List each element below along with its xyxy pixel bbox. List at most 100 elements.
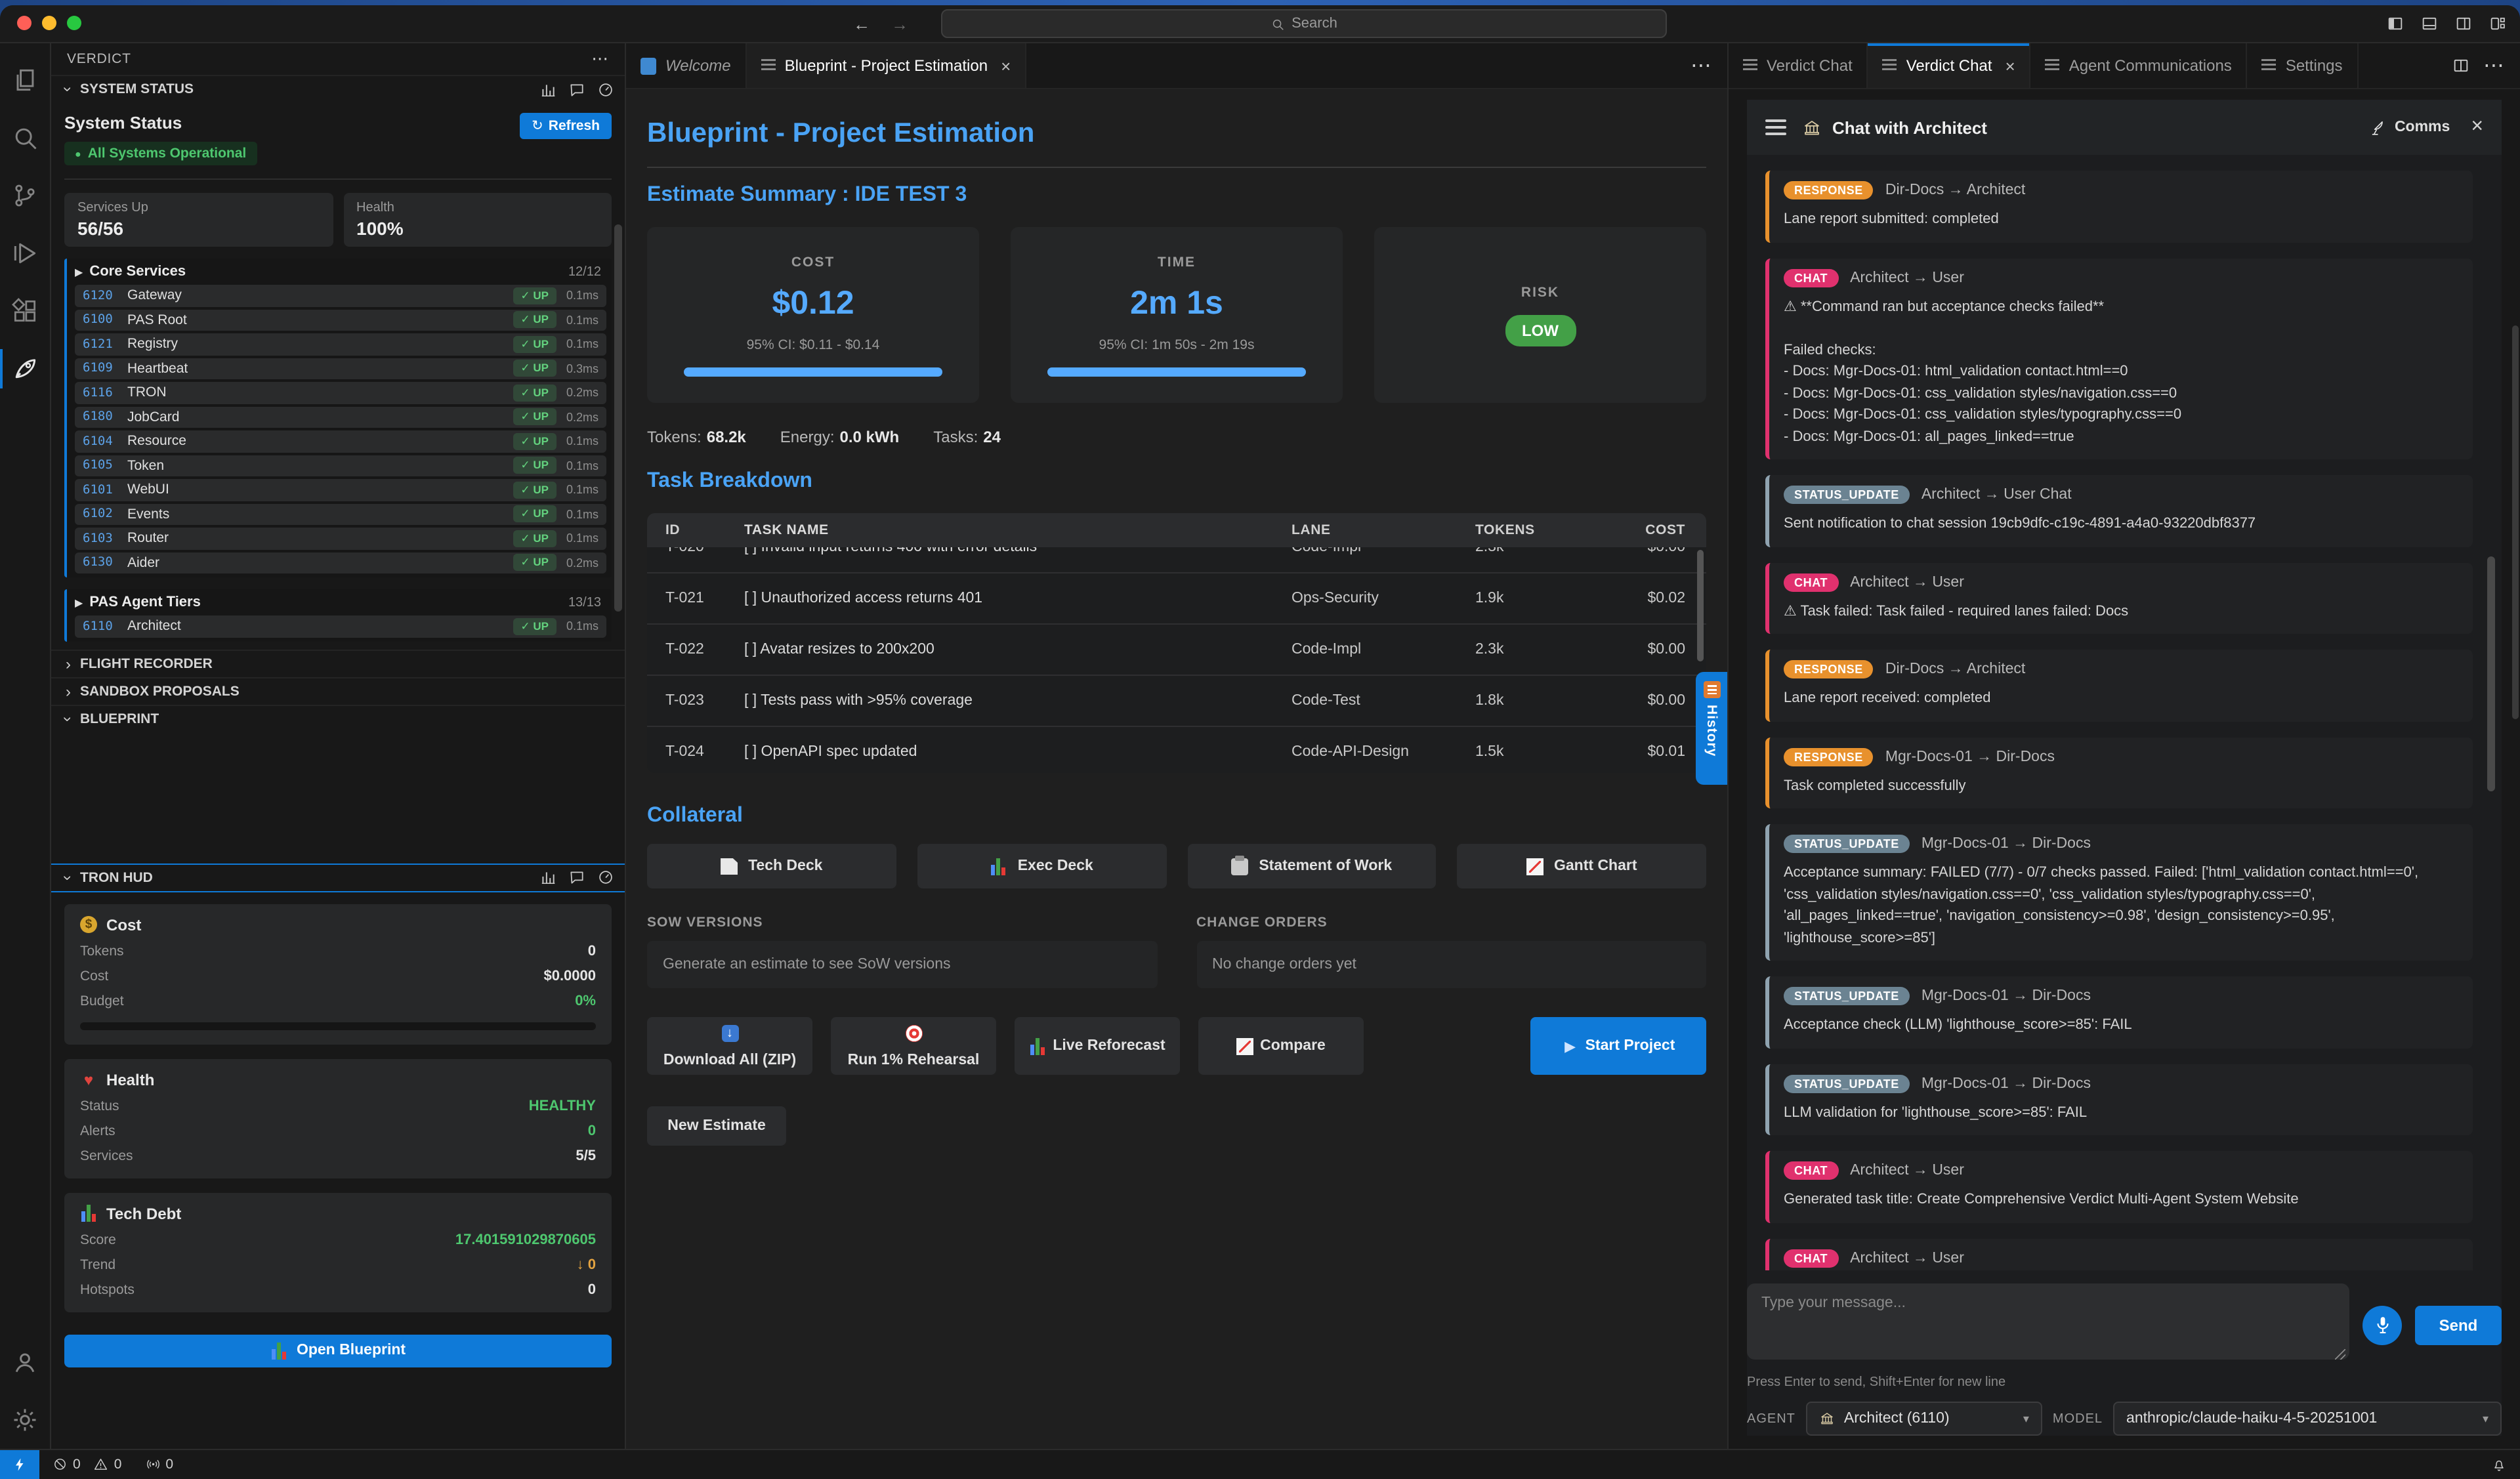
group-header-pas-agent-tiers[interactable]: ▶ PAS Agent Tiers 13/13 xyxy=(75,592,606,613)
back-arrow-icon[interactable]: ← xyxy=(853,14,870,33)
service-row[interactable]: 6130 Aider UP 0.2ms xyxy=(75,552,606,573)
action-button[interactable]: Start Project xyxy=(1530,1017,1706,1075)
send-button[interactable]: Send xyxy=(2415,1305,2502,1344)
action-button[interactable]: Run 1% Rehearsal xyxy=(831,1017,996,1075)
service-row[interactable]: 6109 Heartbeat UP 0.3ms xyxy=(75,358,606,379)
chat-message: RESPONSE Dir-Docs → Architect Lane repor… xyxy=(1765,171,2473,242)
close-window-button[interactable] xyxy=(17,16,32,30)
section-flight-recorder[interactable]: › FLIGHT RECORDER xyxy=(51,649,625,677)
collateral-button[interactable]: Exec Deck xyxy=(917,844,1167,888)
tab-agent-communications[interactable]: Agent Communications xyxy=(2031,43,2248,88)
table-row[interactable]: T-022 [ ] Avatar resizes to 200x200 Code… xyxy=(647,623,1706,675)
accounts-icon[interactable] xyxy=(0,1333,50,1391)
comment-icon[interactable] xyxy=(568,81,585,98)
model-select[interactable]: anthropic/claude-haiku-4-5-20251001 ▾ xyxy=(2113,1402,2502,1436)
service-row[interactable]: 6100 PAS Root UP 0.1ms xyxy=(75,309,606,331)
customize-layout-icon[interactable] xyxy=(2488,14,2507,33)
tab-settings[interactable]: Settings xyxy=(2248,43,2359,88)
chat-messages[interactable]: RESPONSE Dir-Docs → Architect Lane repor… xyxy=(1747,155,2502,1270)
section-blueprint[interactable]: › BLUEPRINT xyxy=(51,704,625,732)
service-row[interactable]: 6180 JobCard UP 0.2ms xyxy=(75,406,606,428)
more-actions-icon[interactable]: ⋯ xyxy=(2483,52,2504,79)
agent-select[interactable]: Architect (6110) ▾ xyxy=(1806,1402,2042,1436)
service-row[interactable]: 6102 Events UP 0.1ms xyxy=(75,503,606,525)
command-search-box[interactable]: Search xyxy=(941,9,1667,38)
toggle-sidebar-icon[interactable] xyxy=(2386,14,2404,33)
group-header-core-services[interactable]: ▶ Core Services 12/12 xyxy=(75,261,606,282)
service-row[interactable]: 6121 Registry UP 0.1ms xyxy=(75,333,606,355)
table-row[interactable]: T-023 [ ] Tests pass with >95% coverage … xyxy=(647,675,1706,726)
table-scrollbar[interactable] xyxy=(1697,550,1704,661)
task-id: T-022 xyxy=(647,642,744,657)
more-actions-icon[interactable]: ⋯ xyxy=(1690,52,1712,79)
application-window: ← → Search VERDICT xyxy=(0,0,2520,1479)
message-input[interactable] xyxy=(1747,1283,2349,1360)
section-sandbox-proposals[interactable]: › SANDBOX PROPOSALS xyxy=(51,677,625,704)
panel-scrollbar[interactable] xyxy=(2512,325,2519,719)
action-button[interactable]: Compare xyxy=(1198,1017,1364,1075)
toggle-secondary-sidebar-icon[interactable] xyxy=(2454,14,2473,33)
bar-chart-icon[interactable] xyxy=(539,81,556,98)
section-system-status[interactable]: › SYSTEM STATUS xyxy=(51,75,625,102)
run-debug-icon[interactable] xyxy=(0,224,50,282)
menu-icon[interactable] xyxy=(1765,119,1786,135)
open-blueprint-button[interactable]: Open Blueprint xyxy=(64,1334,612,1367)
collateral-button[interactable]: Gantt Chart xyxy=(1458,844,1707,888)
task-table-body[interactable]: T-020 [ ] Invalid input returns 400 with… xyxy=(647,547,1706,773)
service-row[interactable]: 6103 Router UP 0.1ms xyxy=(75,528,606,549)
zoom-window-button[interactable] xyxy=(67,16,81,30)
table-row[interactable]: T-024 [ ] OpenAPI spec updated Code-API-… xyxy=(647,726,1706,773)
bar-chart-icon[interactable] xyxy=(539,869,556,886)
problems-errors[interactable]: 0 xyxy=(52,1457,81,1472)
close-tab-icon[interactable]: × xyxy=(1001,56,1011,75)
collateral-button[interactable]: Statement of Work xyxy=(1187,844,1437,888)
tab-blueprint-project-estimation[interactable]: Blueprint - Project Estimation × xyxy=(747,43,1027,88)
ports-indicator[interactable]: 0 xyxy=(145,1457,173,1472)
service-row[interactable]: 6104 Resource UP 0.1ms xyxy=(75,430,606,452)
card-title: Tech Debt xyxy=(106,1204,181,1222)
gauge-icon[interactable] xyxy=(597,81,614,98)
history-tab[interactable]: History xyxy=(1696,672,1727,785)
tab-verdict-chat-2[interactable]: Verdict Chat × xyxy=(1868,43,2031,88)
refresh-button[interactable]: Refresh xyxy=(520,113,612,139)
search-sidebar-icon[interactable] xyxy=(0,109,50,167)
service-group-agents: ▶ PAS Agent Tiers 13/13 6110 Architect U… xyxy=(64,589,612,641)
gauge-icon[interactable] xyxy=(597,869,614,886)
settings-gear-icon[interactable] xyxy=(0,1391,50,1449)
tab-verdict-chat-1[interactable]: Verdict Chat xyxy=(1729,43,1868,88)
close-tab-icon[interactable]: × xyxy=(2006,56,2015,75)
extensions-icon[interactable] xyxy=(0,282,50,340)
notifications[interactable] xyxy=(2491,1457,2520,1472)
message-type-badge: RESPONSE xyxy=(1784,660,1874,678)
comment-icon[interactable] xyxy=(568,869,585,886)
action-button[interactable]: Download All (ZIP) xyxy=(647,1017,812,1075)
messages-scrollbar[interactable] xyxy=(2487,556,2495,791)
minimize-window-button[interactable] xyxy=(42,16,56,30)
service-row[interactable]: 6120 Gateway UP 0.1ms xyxy=(75,285,606,306)
remote-indicator[interactable] xyxy=(0,1450,39,1479)
close-chat-icon[interactable]: × xyxy=(2471,115,2483,139)
action-button[interactable]: Live Reforecast xyxy=(1015,1017,1180,1075)
voice-input-button[interactable] xyxy=(2362,1305,2402,1344)
problems-warnings[interactable]: 0 xyxy=(94,1457,122,1472)
verdict-rocket-icon[interactable] xyxy=(0,340,50,398)
source-control-icon[interactable] xyxy=(0,167,50,224)
section-tron-hud[interactable]: › TRON HUD xyxy=(51,863,626,892)
service-row[interactable]: 6101 WebUI UP 0.1ms xyxy=(75,479,606,501)
tab-welcome[interactable]: Welcome xyxy=(626,43,747,88)
service-row[interactable]: 6105 Token UP 0.1ms xyxy=(75,455,606,476)
table-row[interactable]: T-020 [ ] Invalid input returns 400 with… xyxy=(647,547,1706,572)
comms-button[interactable]: Comms xyxy=(2370,119,2450,136)
toggle-panel-icon[interactable] xyxy=(2420,14,2439,33)
sidebar-scrollbar[interactable] xyxy=(614,224,622,612)
split-editor-icon[interactable] xyxy=(2452,56,2470,75)
resize-grip[interactable] xyxy=(2335,1349,2345,1360)
forward-arrow-icon[interactable]: → xyxy=(891,14,908,33)
sidebar-actions-icon[interactable]: ⋯ xyxy=(591,49,609,70)
table-row[interactable]: T-021 [ ] Unauthorized access returns 40… xyxy=(647,572,1706,623)
explorer-icon[interactable] xyxy=(0,51,50,109)
collateral-button[interactable]: Tech Deck xyxy=(647,844,896,888)
new-estimate-button[interactable]: New Estimate xyxy=(647,1106,786,1146)
service-row[interactable]: 6110 Architect UP 0.1ms xyxy=(75,615,606,637)
service-row[interactable]: 6116 TRON UP 0.2ms xyxy=(75,382,606,404)
